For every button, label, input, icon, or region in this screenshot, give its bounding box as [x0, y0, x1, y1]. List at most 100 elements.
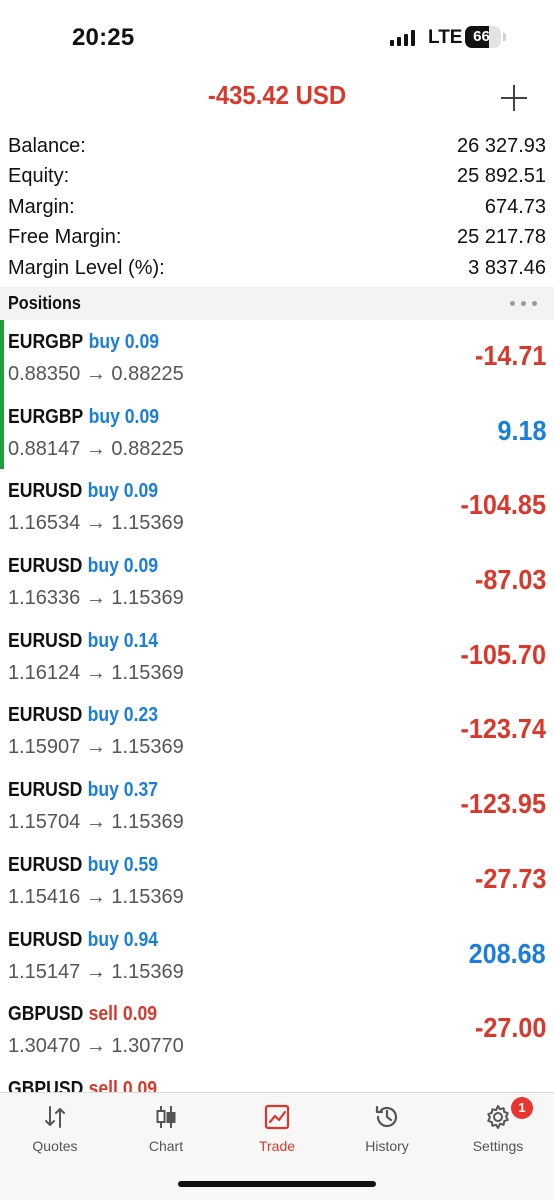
history-clock-icon — [373, 1103, 401, 1131]
symbol-name: EURUSD — [8, 480, 83, 503]
position-direction: buy 0.09 — [88, 405, 160, 428]
symbol-name: EURUSD — [8, 629, 83, 652]
position-highlight-bar — [0, 320, 4, 395]
ellipsis-icon[interactable] — [510, 301, 540, 307]
position-symbol: EURUSD buy 0.94 — [8, 929, 158, 952]
position-row[interactable]: EURUSD buy 0.09 1.16534 → 1.15369 -104.85 — [0, 469, 554, 544]
position-profit: 208.68 — [468, 937, 546, 969]
account-value: 674.73 — [484, 195, 546, 218]
position-prices: 0.88350 → 0.88225 — [8, 363, 184, 385]
tab-chart[interactable]: Chart — [111, 1093, 221, 1163]
tab-label: Chart — [148, 1138, 184, 1154]
account-value: 3 837.46 — [468, 256, 546, 279]
position-symbol: GBPUSD sell 0.09 — [8, 1003, 157, 1026]
total-profit: -435.42 USD — [207, 80, 347, 110]
tab-quotes[interactable]: Quotes — [0, 1093, 110, 1163]
home-indicator — [178, 1181, 376, 1187]
plus-icon[interactable] — [498, 82, 530, 114]
position-symbol: EURUSD buy 0.37 — [8, 779, 158, 802]
account-row: Balance: 26 327.93 — [0, 131, 554, 162]
network-label: LTE — [428, 27, 463, 48]
position-highlight-bar — [0, 394, 4, 470]
quotes-arrows-icon — [41, 1103, 69, 1131]
position-direction: buy 0.09 — [87, 555, 159, 578]
position-row[interactable]: GBPUSD sell 0.09 1.30470 → 1.30770 -27.00 — [0, 992, 554, 1067]
symbol-name: EURUSD — [8, 704, 83, 727]
position-profit: -123.74 — [460, 713, 546, 745]
account-label: Free Margin: — [8, 226, 122, 249]
symbol-name: EURUSD — [8, 555, 83, 578]
position-prices: 1.15704 → 1.15369 — [8, 811, 184, 834]
position-direction: buy 0.23 — [87, 704, 159, 727]
position-direction: buy 0.14 — [87, 629, 159, 652]
position-direction: buy 0.94 — [87, 928, 159, 951]
tab-label: Trade — [258, 1138, 296, 1154]
cellular-signal-icon — [390, 30, 416, 46]
account-row: Margin: 674.73 — [0, 192, 554, 223]
account-row: Free Margin: 25 217.78 — [0, 223, 554, 254]
position-row[interactable]: EURGBP buy 0.09 0.88350 → 0.88225 -14.71 — [0, 320, 554, 395]
gear-icon — [484, 1103, 512, 1131]
position-row[interactable]: EURUSD buy 0.23 1.15907 → 1.15369 -123.74 — [0, 693, 554, 768]
symbol-name: EURUSD — [8, 928, 83, 951]
position-prices: 1.15147 → 1.15369 — [8, 960, 184, 983]
position-row[interactable]: EURUSD buy 0.37 1.15704 → 1.15369 -123.95 — [0, 768, 554, 843]
position-profit: -27.73 — [474, 862, 546, 894]
tab-label: Settings — [472, 1138, 524, 1154]
position-profit: 9.18 — [496, 414, 546, 446]
battery-tip — [503, 33, 506, 41]
position-direction: sell 0.09 — [88, 1003, 158, 1026]
symbol-name: EURUSD — [8, 779, 83, 802]
positions-title: Positions — [8, 293, 81, 313]
position-row[interactable]: EURUSD buy 0.14 1.16124 → 1.15369 -105.70 — [0, 619, 554, 694]
account-row: Margin Level (%): 3 837.46 — [0, 253, 554, 284]
tab-history[interactable]: History — [332, 1093, 442, 1163]
position-prices: 0.88147 → 0.88225 — [8, 437, 184, 460]
position-row[interactable]: EURUSD buy 0.94 1.15147 → 1.15369 208.68 — [0, 918, 554, 993]
status-time: 20:25 — [72, 24, 135, 51]
position-symbol: EURUSD buy 0.59 — [8, 854, 158, 877]
account-value: 25 217.78 — [457, 226, 546, 249]
position-row[interactable]: EURUSD buy 0.09 1.16336 → 1.15369 -87.03 — [0, 544, 554, 619]
account-label: Balance: — [8, 134, 86, 157]
battery-icon: 66 — [465, 26, 501, 48]
position-prices: 1.16534 → 1.15369 — [8, 512, 184, 535]
position-profit: -87.03 — [474, 564, 546, 596]
account-row: Equity: 25 892.51 — [0, 162, 554, 193]
symbol-name: EURGBP — [8, 331, 84, 353]
tab-trade[interactable]: Trade — [222, 1093, 332, 1163]
account-label: Margin Level (%): — [8, 256, 165, 279]
status-bar: 20:25 LTE 66 — [0, 0, 554, 75]
position-prices: 1.16336 → 1.15369 — [8, 587, 184, 610]
position-prices: 1.30470 → 1.30770 — [8, 1035, 184, 1058]
position-row[interactable]: EURUSD buy 0.59 1.15416 → 1.15369 -27.73 — [0, 843, 554, 918]
position-symbol: EURUSD buy 0.14 — [8, 630, 158, 653]
position-direction: buy 0.09 — [88, 331, 160, 353]
tab-settings[interactable]: 1 Settings — [443, 1093, 553, 1163]
candlestick-icon — [152, 1103, 180, 1131]
tab-label: History — [365, 1138, 409, 1154]
position-profit: -27.00 — [474, 1012, 546, 1044]
position-symbol: EURGBP buy 0.09 — [8, 331, 159, 354]
position-profit: -105.70 — [460, 638, 546, 670]
account-label: Margin: — [8, 195, 75, 218]
position-row[interactable]: EURGBP buy 0.09 0.88147 → 0.88225 9.18 — [0, 394, 554, 470]
position-symbol: EURUSD buy 0.23 — [8, 704, 158, 727]
position-direction: buy 0.37 — [87, 779, 159, 802]
position-symbol: EURUSD buy 0.09 — [8, 480, 158, 503]
account-value: 25 892.51 — [457, 165, 546, 188]
notification-badge: 1 — [511, 1097, 533, 1119]
position-symbol: EURGBP buy 0.09 — [8, 406, 159, 429]
battery-level: 66 — [473, 28, 490, 45]
position-profit: -104.85 — [460, 489, 546, 521]
position-profit: -14.71 — [474, 340, 546, 371]
position-direction: buy 0.59 — [87, 853, 159, 876]
tab-label: Quotes — [32, 1138, 78, 1154]
account-value: 26 327.93 — [457, 134, 546, 157]
position-profit: -123.95 — [460, 788, 546, 820]
symbol-name: EURGBP — [8, 405, 84, 428]
position-prices: 1.16124 → 1.15369 — [8, 661, 184, 684]
position-prices: 1.15416 → 1.15369 — [8, 885, 184, 908]
trade-chart-icon — [263, 1103, 291, 1131]
position-symbol: EURUSD buy 0.09 — [8, 555, 158, 578]
